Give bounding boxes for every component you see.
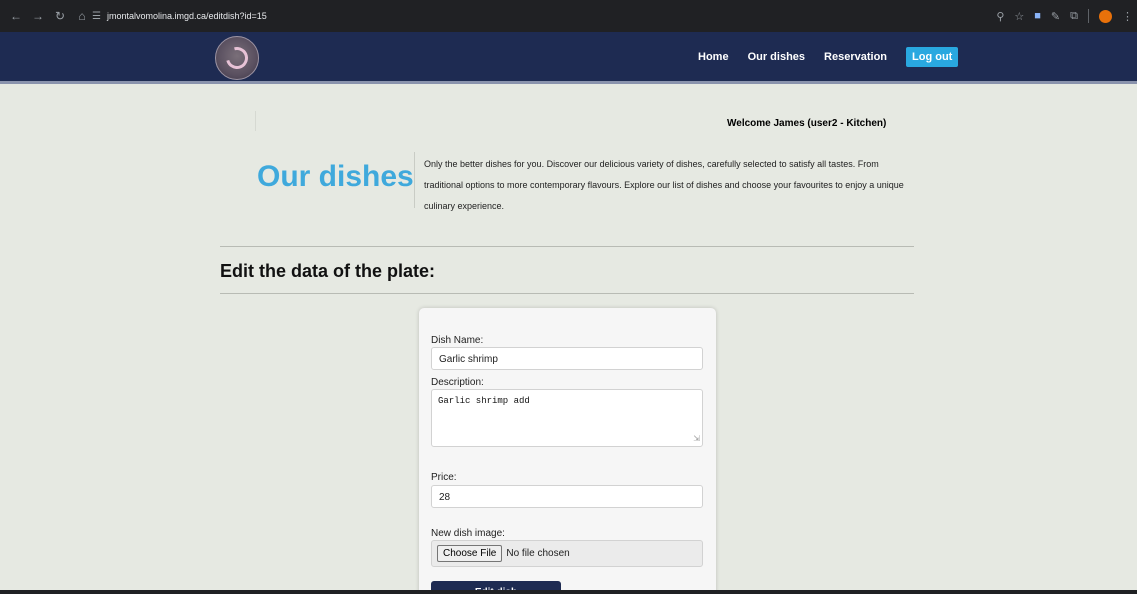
address-bar[interactable]: ☰ jmontalvomolina.imgd.ca/editdish?id=15 (92, 6, 939, 26)
choose-file-button[interactable]: Choose File (437, 545, 503, 562)
dish-name-input[interactable]: Garlic shrimp (431, 347, 703, 370)
reload-icon[interactable]: ↻ (52, 9, 68, 23)
site-navbar: Home Our dishes Reservation Log out (0, 32, 1137, 84)
forward-icon[interactable]: → (30, 9, 46, 23)
nav-our-dishes[interactable]: Our dishes (748, 51, 805, 63)
browser-toolbar: ← → ↻ ⌂ ☰ jmontalvomolina.imgd.ca/editdi… (0, 0, 1137, 32)
menu-icon[interactable]: ⋮ (1122, 10, 1133, 23)
section-divider-bottom (220, 293, 914, 294)
resize-handle-icon[interactable]: ⇲ (693, 434, 700, 444)
browser-actions: ⚲ ☆ ■ ✎ ⧉ ⋮ (996, 0, 1133, 32)
logout-button[interactable]: Log out (906, 47, 959, 67)
page-title: Our dishes (257, 160, 414, 193)
url-text: jmontalvomolina.imgd.ca/editdish?id=15 (106, 11, 267, 21)
pen-icon[interactable]: ✎ (1051, 10, 1060, 23)
hero-description: Only the better dishes for you. Discover… (424, 159, 904, 211)
description-value: Garlic shrimp add (438, 396, 530, 406)
site-settings-icon[interactable]: ☰ (92, 11, 101, 22)
logo-swirl-icon (221, 42, 253, 74)
main-menu: Home Our dishes Reservation Log out (698, 47, 959, 67)
price-input[interactable]: 28 (431, 485, 703, 508)
extension-icon[interactable]: ■ (1034, 10, 1041, 22)
home-icon[interactable]: ⌂ (74, 9, 90, 23)
no-file-text: No file chosen (506, 548, 570, 559)
hero-divider (414, 152, 415, 208)
dish-name-label: Dish Name: (431, 335, 484, 346)
back-icon[interactable]: ← (8, 9, 24, 23)
profile-icon[interactable] (1099, 9, 1112, 23)
key-icon[interactable]: ⚲ (996, 10, 1004, 23)
image-label: New dish image: (431, 528, 505, 539)
restaurant-logo[interactable] (215, 36, 259, 80)
section-divider-top (220, 246, 914, 247)
edit-dish-form: Dish Name: Garlic shrimp Description: Ga… (419, 308, 716, 594)
description-textarea[interactable]: Garlic shrimp add ⇲ (431, 389, 703, 447)
section-title: Edit the data of the plate: (220, 261, 436, 281)
toolbar-divider (1088, 9, 1089, 23)
extensions-puzzle-icon[interactable]: ⧉ (1070, 10, 1078, 23)
nav-reservation[interactable]: Reservation (824, 51, 887, 63)
star-icon[interactable]: ☆ (1014, 10, 1024, 23)
welcome-message: Welcome James (user2 - Kitchen) (727, 118, 887, 129)
nav-home[interactable]: Home (698, 51, 729, 63)
divider (255, 111, 256, 131)
window-bottom-edge (0, 590, 1137, 594)
description-label: Description: (431, 377, 484, 388)
file-input[interactable]: Choose File No file chosen (431, 540, 703, 567)
price-label: Price: (431, 472, 457, 483)
